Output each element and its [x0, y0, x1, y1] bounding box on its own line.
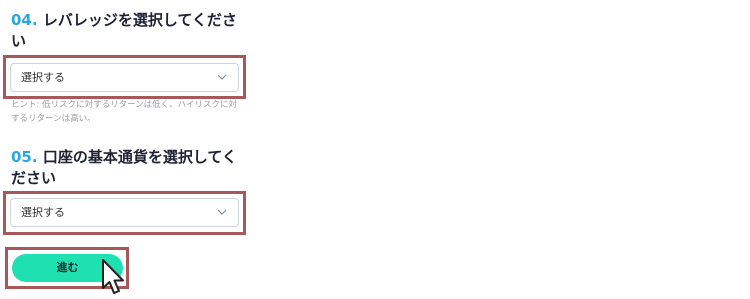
question-5-title: 05. 口座の基本通貨を選択してください: [11, 147, 251, 189]
base-currency-select-value: 選択する: [21, 206, 65, 219]
question-4-title: 04. レバレッジを選択してください: [11, 10, 251, 52]
chevron-down-icon: [217, 74, 227, 80]
base-currency-select[interactable]: 選択する: [10, 198, 239, 227]
question-5-label: 口座の基本通貨を選択してください: [11, 148, 237, 187]
question-4-label: レバレッジを選択してください: [11, 11, 237, 50]
form-panel: 04. レバレッジを選択してください 選択する ヒント: 低リスクに対するリター…: [0, 0, 750, 299]
question-5-number: 05.: [11, 148, 38, 166]
leverage-select[interactable]: 選択する: [10, 63, 239, 92]
mouse-pointer-icon: [102, 259, 124, 294]
leverage-select-value: 選択する: [21, 71, 65, 84]
leverage-hint: ヒント: 低リスクに対するリターンは低く、ハイリスクに対するリターンは高い。: [11, 100, 237, 124]
question-4-number: 04.: [11, 11, 38, 29]
chevron-down-icon: [217, 209, 227, 215]
